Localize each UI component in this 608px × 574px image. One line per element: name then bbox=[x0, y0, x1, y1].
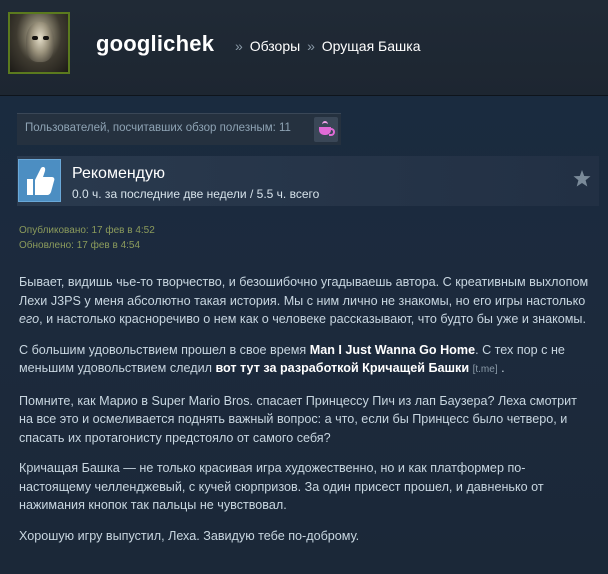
award-button[interactable] bbox=[314, 117, 338, 142]
coffee-cup-handle bbox=[329, 128, 335, 136]
review-paragraph: Хорошую игру выпустил, Леха. Завидую теб… bbox=[19, 528, 360, 543]
helpful-count-box: Пользователей, посчитавших обзор полезны… bbox=[17, 113, 341, 145]
helpful-count-text: Пользователей, посчитавших обзор полезны… bbox=[25, 122, 291, 134]
updated-date: Обновлено: 17 фев в 4:54 bbox=[19, 240, 141, 251]
avatar-eye-left bbox=[32, 36, 38, 40]
paragraph-text: С большим удовольствием прошел в свое вр… bbox=[19, 342, 310, 357]
review-main: Пользователей, посчитавших обзор полезны… bbox=[0, 96, 608, 574]
review-body: Бывает, видишь чье-то творчество, и безо… bbox=[19, 273, 591, 557]
avatar-face bbox=[26, 22, 54, 62]
paragraph-text: Бывает, видишь чье-то творчество, и безо… bbox=[19, 275, 589, 308]
review-dates: Опубликовано: 17 фев в 4:52 Обновлено: 1… bbox=[19, 223, 155, 253]
link-domain-tag: [t.me] bbox=[472, 364, 498, 375]
recommendation-title[interactable]: Рекомендую bbox=[72, 165, 165, 183]
review-paragraph: Бывает, видишь чье-то творчество, и безо… bbox=[19, 273, 591, 329]
recommendation-box: Рекомендую 0.0 ч. за последние две недел… bbox=[17, 156, 599, 206]
profile-header: googlichek » Обзоры » Орущая Башка bbox=[0, 0, 608, 96]
review-paragraph: Помните, как Марио в Super Mario Bros. с… bbox=[19, 393, 577, 445]
telegram-link[interactable]: вот тут за разработкой Кричащей Башки bbox=[215, 361, 469, 375]
review-paragraph: Кричащая Башка — не только красивая игра… bbox=[19, 461, 544, 512]
playtime-hours: 0.0 ч. за последние две недели / 5.5 ч. … bbox=[72, 187, 320, 201]
paragraph-text: . bbox=[497, 361, 505, 375]
breadcrumb-game-link[interactable]: Орущая Башка bbox=[322, 38, 421, 54]
star-icon[interactable] bbox=[573, 170, 591, 187]
user-name-link[interactable]: googlichek bbox=[96, 31, 214, 57]
breadcrumb: » Обзоры » Орущая Башка bbox=[232, 38, 420, 54]
review-paragraph: С большим удовольствием прошел в свое вр… bbox=[19, 341, 591, 380]
avatar-eye-right bbox=[43, 36, 49, 40]
user-avatar[interactable] bbox=[8, 12, 70, 74]
breadcrumb-reviews-link[interactable]: Обзоры bbox=[250, 38, 301, 54]
game-link[interactable]: Man I Just Wanna Go Home bbox=[310, 343, 475, 357]
paragraph-text: , и настолько красноречиво о нем как о ч… bbox=[39, 312, 586, 326]
breadcrumb-separator: » bbox=[307, 38, 315, 54]
thumbs-up-icon bbox=[18, 159, 61, 202]
breadcrumb-separator: » bbox=[235, 38, 243, 54]
published-date: Опубликовано: 17 фев в 4:52 bbox=[19, 225, 155, 236]
emphasis-text: его bbox=[19, 312, 40, 326]
